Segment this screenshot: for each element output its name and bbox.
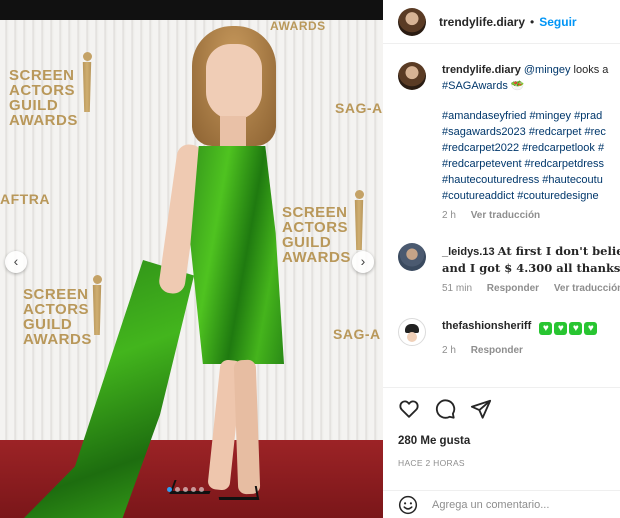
likes-count[interactable]: 280 Me gusta [398,435,470,447]
actor-statue-icon [80,52,94,112]
comment-meta: 2 h Responder [442,345,620,356]
caption-line-1: trendylife.diary @mingey looks a [442,62,620,78]
face [206,44,262,120]
comment-item: _leidys.13At first I don't believe and I… [398,243,620,294]
author-avatar[interactable] [398,62,426,90]
comment-line-1: _leidys.13At first I don't believe [442,243,620,260]
carousel-dot [199,487,204,492]
photo-top-strip [0,0,383,20]
green-heart-icon: ♥ [539,322,553,335]
heart-outline-icon[interactable] [398,398,420,420]
caption-username[interactable]: trendylife.diary [442,64,521,76]
carousel-dot [167,487,172,492]
caption-hashtags: #amandaseyfried #mingey #prad #sagawards2… [442,108,620,204]
backdrop-logo-left-bottom: SCREEN ACTORS GUILD AWARDS [23,286,92,348]
green-hearts: ♥ ♥ ♥ ♥ [539,322,598,335]
comment-item: thefashionsheriff ♥ ♥ ♥ ♥ 2 h Responder [398,318,620,356]
comment-time: 2 h [442,345,456,356]
carousel-dots [167,487,204,492]
comments-list[interactable]: trendylife.diary @mingey looks a #SAGAwar… [383,45,620,387]
post-photo[interactable]: AWARDS SCREEN ACTORS GUILD AWARDS SAG-A … [0,0,383,518]
hashtag-line[interactable]: #sagawards2023 #redcarpet #rec [442,124,620,140]
backdrop-sag-top: SAG-A [335,100,383,116]
post-age: HACE 2 HORAS [398,458,465,468]
translate-button[interactable]: Ver traducción [554,283,620,294]
green-heart-icon: ♥ [554,322,568,335]
post-header: trendylife.diary • Seguir [383,0,620,44]
follow-button[interactable]: Seguir [539,15,576,29]
comment-meta: 51 min Responder Ver traducción [442,283,620,294]
commenter-avatar[interactable] [398,243,426,271]
actor-statue-icon [352,190,366,250]
caption-line-2[interactable]: #SAGAwards 🥗 [442,78,620,94]
hashtag-line[interactable]: #coutureaddict #couturedesigne [442,188,620,204]
reply-button[interactable]: Responder [487,283,539,294]
carousel-dot [183,487,188,492]
author-avatar[interactable] [398,7,426,36]
speech-bubble-icon[interactable] [434,398,456,420]
chevron-right-icon: › [360,253,366,269]
neck [220,116,246,146]
author-username[interactable]: trendylife.diary [439,15,525,29]
next-photo-button[interactable]: › [352,251,374,273]
hashtag-line[interactable]: #redcarpet2022 #redcarpetlook # [442,140,620,156]
add-comment-input[interactable] [432,498,602,511]
commenter-username[interactable]: thefashionsheriff [442,320,531,332]
hashtag-line[interactable]: #hautecouturedress #hautecoutu [442,172,620,188]
comment-time: 51 min [442,283,473,294]
caption-mention[interactable]: @mingey [524,64,571,76]
actor-statue-icon [90,275,104,335]
comment-line-1: thefashionsheriff ♥ ♥ ♥ ♥ [442,318,620,335]
comment-text-line-2: and I got $ 4.300 all thanks To [442,261,620,275]
carousel-dot [191,487,196,492]
caption-comment: trendylife.diary @mingey looks a #SAGAwar… [398,62,620,221]
green-heart-icon: ♥ [569,322,583,335]
chevron-left-icon: ‹ [13,253,19,269]
previous-photo-button[interactable]: ‹ [5,251,27,273]
emoji-icon[interactable] [398,495,418,515]
paper-plane-icon[interactable] [470,398,492,420]
backdrop-logo-left-top: SCREEN ACTORS GUILD AWARDS [9,67,78,129]
translate-button[interactable]: Ver traducción [471,210,540,221]
backdrop-aftra: AFTRA [0,191,50,207]
commenter-avatar[interactable] [398,318,426,346]
commenter-username[interactable]: _leidys.13 [442,246,495,258]
post-side-panel: trendylife.diary • Seguir trendylife.dia… [383,0,620,518]
post-actions: 280 Me gusta HACE 2 HORAS [383,387,620,497]
header-separator: • [530,14,535,29]
hashtag-line[interactable]: #redcarpetevent #redcarpetdress [442,156,620,172]
leg [233,359,261,495]
comment-text: At first I don't believe [497,244,620,258]
reply-button[interactable]: Responder [471,345,523,356]
green-heart-icon: ♥ [584,322,598,335]
caption-time: 2 h [442,210,456,221]
hashtag-line[interactable]: #amandaseyfried #mingey #prad [442,108,620,124]
woman-in-green-dress [24,20,320,518]
backdrop-sag-bottom: SAG-A [333,326,381,342]
add-comment-bar [383,490,620,518]
caption-text: looks a [570,64,609,76]
carousel-dot [175,487,180,492]
caption-meta: 2 h Ver traducción [442,210,620,221]
shoe [216,486,260,500]
